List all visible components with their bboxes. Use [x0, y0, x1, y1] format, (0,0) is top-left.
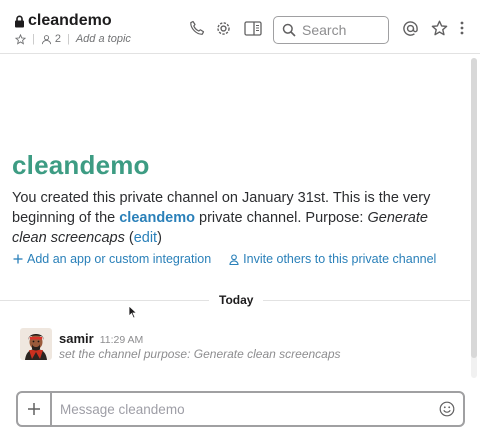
- channel-link[interactable]: cleandemo: [119, 210, 195, 226]
- person-icon: [229, 253, 239, 265]
- channel-header: cleandemo | 2 | Add a topic: [0, 0, 480, 54]
- search-box[interactable]: [273, 16, 389, 44]
- add-app-label: Add an app or custom integration: [27, 252, 212, 266]
- scrollbar-track[interactable]: [471, 58, 477, 378]
- add-app-link[interactable]: Add an app or custom integration: [13, 252, 211, 266]
- member-count[interactable]: 2: [55, 33, 61, 45]
- search-icon: [282, 23, 296, 37]
- intro-description: You created this private channel on Janu…: [12, 188, 457, 248]
- message-item[interactable]: samir 11:29 AM set the channel purpose: …: [20, 328, 460, 362]
- search-input[interactable]: [302, 22, 382, 38]
- meta-separator: |: [32, 33, 35, 45]
- sidebar-toggle-icon[interactable]: [244, 19, 262, 37]
- meta-separator: |: [66, 33, 70, 45]
- phone-icon[interactable]: [188, 19, 206, 37]
- channel-meta: | 2 | Add a topic: [15, 33, 131, 45]
- channel-title[interactable]: cleandemo: [14, 12, 112, 30]
- add-topic-link[interactable]: Add a topic: [76, 33, 131, 45]
- invite-label: Invite others to this private channel: [243, 252, 437, 266]
- message-author[interactable]: samir: [59, 331, 94, 346]
- starred-icon[interactable]: [430, 19, 448, 37]
- message-input[interactable]: [60, 399, 430, 419]
- avatar[interactable]: [20, 328, 52, 360]
- channel-intro: cleandemo You created this private chann…: [12, 150, 457, 248]
- invite-link[interactable]: Invite others to this private channel: [229, 252, 436, 266]
- intro-actions: Add an app or custom integration Invite …: [13, 252, 436, 266]
- attach-button[interactable]: [18, 393, 52, 425]
- mouse-cursor-icon: [128, 305, 138, 319]
- plus-icon: [28, 403, 40, 415]
- mention-icon[interactable]: [401, 19, 419, 37]
- emoji-icon[interactable]: [439, 401, 455, 417]
- channel-name: cleandemo: [28, 12, 112, 29]
- member-icon[interactable]: [41, 34, 52, 45]
- message-body: set the channel purpose: Generate clean …: [59, 347, 341, 361]
- edit-purpose-link[interactable]: edit: [134, 230, 157, 246]
- day-divider-label: Today: [209, 293, 264, 307]
- intro-title: cleandemo: [12, 150, 150, 180]
- gear-icon[interactable]: [214, 19, 232, 37]
- scrollbar-thumb[interactable]: [471, 58, 477, 358]
- message-timestamp[interactable]: 11:29 AM: [100, 334, 144, 346]
- message-header: samir 11:29 AM: [59, 331, 143, 346]
- paren-open: (: [124, 230, 134, 246]
- plus-icon: [13, 254, 23, 264]
- intro-text-mid: private channel. Purpose:: [194, 210, 368, 226]
- more-icon[interactable]: [455, 19, 469, 37]
- message-composer: [16, 391, 465, 427]
- star-icon[interactable]: [15, 33, 26, 45]
- paren-close: ): [157, 230, 162, 246]
- lock-icon: [15, 15, 24, 27]
